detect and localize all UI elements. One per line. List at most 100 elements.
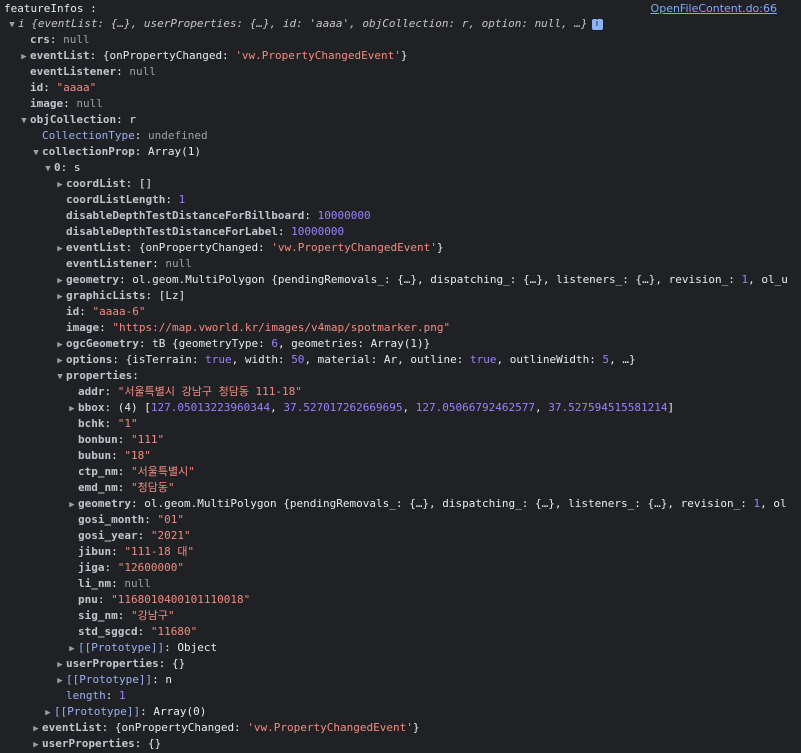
property-key: disableDepthTestDistanceForLabel: [66, 225, 278, 238]
property-value: : ol.geom.MultiPolygon {pendingRemovals_…: [118, 273, 742, 286]
property-value: , ol: [760, 497, 787, 510]
property-value: 10000000: [291, 225, 345, 238]
expanded-arrow-icon[interactable]: ▼: [30, 145, 42, 160]
property-value: "111": [131, 433, 165, 446]
tree-row[interactable]: ▶ userProperties: {}: [0, 656, 801, 672]
property-value: : n: [152, 673, 172, 686]
collapsed-arrow-icon[interactable]: ▶: [30, 737, 42, 752]
property-value: 127.05013223960344: [150, 401, 271, 414]
tree-row[interactable]: ▶ options: {isTerrain: true, width: 50, m…: [0, 352, 801, 368]
tree-row[interactable]: ▼ 0: s: [0, 160, 801, 176]
property-value: :: [304, 209, 318, 222]
expanded-arrow-icon[interactable]: ▼: [18, 113, 30, 128]
property-value: :: [104, 417, 118, 430]
property-value: }: [400, 49, 408, 62]
property-value: null: [76, 97, 103, 110]
console-log-header: featureInfos : OpenFileContent.do:66: [0, 0, 801, 16]
property-key: gosi_year: [78, 529, 138, 542]
tree-row[interactable]: ▶ [[Prototype]]: n: [0, 672, 801, 688]
collapsed-arrow-icon[interactable]: ▶: [54, 337, 66, 352]
property-value: 6: [271, 337, 278, 350]
property-value: true: [470, 353, 497, 366]
collapsed-arrow-icon[interactable]: ▶: [54, 673, 66, 688]
collapsed-arrow-icon[interactable]: ▶: [66, 401, 78, 416]
collapsed-arrow-icon[interactable]: ▶: [66, 497, 78, 512]
tree-row[interactable]: ▶ eventList: {onPropertyChanged: 'vw.Prop…: [0, 720, 801, 736]
collapsed-arrow-icon[interactable]: ▶: [66, 641, 78, 656]
collapsed-arrow-icon[interactable]: ▶: [42, 705, 54, 720]
tree-row[interactable]: ▶ userProperties: {}: [0, 736, 801, 752]
tree-row[interactable]: ▶ eventList: {onPropertyChanged: 'vw.Prop…: [0, 240, 801, 256]
property-value: :: [137, 529, 151, 542]
property-value: i: [18, 17, 32, 30]
collapsed-arrow-icon[interactable]: ▶: [54, 241, 66, 256]
property-value: }: [412, 721, 420, 734]
property-key: objCollection: [30, 113, 117, 126]
property-value: : s: [60, 161, 81, 174]
tree-row: ▶pnu: "1168010400101110018": [0, 592, 801, 608]
property-key: coordListLength: [66, 193, 166, 206]
tree-row[interactable]: ▼ collectionProp: Array(1): [0, 144, 801, 160]
collapsed-arrow-icon[interactable]: ▶: [30, 721, 42, 736]
tree-row[interactable]: ▶ graphicLists: [Lz]: [0, 288, 801, 304]
tree-row[interactable]: ▶ coordList: []: [0, 176, 801, 192]
property-value: :: [277, 225, 292, 238]
property-value: "111-18 대": [124, 545, 195, 558]
property-key: bubun: [78, 449, 112, 462]
info-icon[interactable]: i: [591, 18, 603, 30]
property-value: "12600000": [117, 561, 184, 574]
collapsed-arrow-icon[interactable]: ▶: [18, 49, 30, 64]
source-file-link[interactable]: OpenFileContent.do:66: [651, 2, 777, 15]
property-value: 'vw.PropertyChangedEvent': [271, 241, 437, 254]
tree-row[interactable]: ▶ [[Prototype]]: Array(0): [0, 704, 801, 720]
property-value: null: [165, 257, 192, 270]
collapsed-arrow-icon[interactable]: ▶: [54, 289, 66, 304]
expanded-arrow-icon[interactable]: ▼: [54, 369, 66, 384]
tree-row[interactable]: ▼ properties:: [0, 368, 801, 384]
tree-row: ▶bonbun: "111": [0, 432, 801, 448]
property-value: :: [117, 465, 131, 478]
tree-row[interactable]: ▶ ogcGeometry: tB {geometryType: 6, geome…: [0, 336, 801, 352]
property-value: 1: [178, 193, 186, 206]
collapsed-arrow-icon[interactable]: ▶: [54, 353, 66, 368]
property-key: li_nm: [78, 577, 112, 590]
tree-row[interactable]: ▼ objCollection: r: [0, 112, 801, 128]
property-key: userProperties: [42, 737, 135, 750]
property-value: 127.05066792462577: [415, 401, 536, 414]
property-key: pnu: [78, 593, 98, 606]
property-value: : r: [116, 113, 136, 126]
property-value: : ol.geom.MultiPolygon {pendingRemovals_…: [130, 497, 754, 510]
tree-row[interactable]: ▶ geometry: ol.geom.MultiPolygon {pending…: [0, 496, 801, 512]
tree-row[interactable]: ▶ geometry: ol.geom.MultiPolygon {pending…: [0, 272, 801, 288]
property-key: [[Prototype]]: [54, 705, 141, 718]
property-value: : (4) [: [104, 401, 151, 414]
property-value: :: [104, 385, 118, 398]
property-value: :: [104, 561, 118, 574]
tree-row: ▶image: "https://map.vworld.kr/images/v4…: [0, 320, 801, 336]
property-value: true: [205, 353, 232, 366]
expanded-arrow-icon[interactable]: ▼: [6, 17, 18, 32]
collapsed-arrow-icon[interactable]: ▶: [54, 177, 66, 192]
expanded-arrow-icon[interactable]: ▼: [42, 161, 54, 176]
property-key: ogcGeometry: [66, 337, 139, 350]
tree-row: ▶bubun: "18": [0, 448, 801, 464]
tree-row: ▶gosi_month: "01": [0, 512, 801, 528]
property-value: :: [117, 609, 131, 622]
collapsed-arrow-icon[interactable]: ▶: [54, 657, 66, 672]
tree-row[interactable]: ▼ i {eventList: {…}, userProperties: {…},…: [0, 16, 801, 32]
tree-row[interactable]: ▶ bbox: (4) [127.05013223960344, 37.52701…: [0, 400, 801, 416]
tree-row: ▶bchk: "1": [0, 416, 801, 432]
tree-row: ▶std_sggcd: "11680": [0, 624, 801, 640]
property-key: gosi_month: [78, 513, 145, 526]
collapsed-arrow-icon[interactable]: ▶: [54, 273, 66, 288]
tree-row[interactable]: ▶ [[Prototype]]: Object: [0, 640, 801, 656]
property-key: emd_nm: [78, 481, 118, 494]
tree-row: ▶disableDepthTestDistanceForBillboard: 1…: [0, 208, 801, 224]
property-value: :: [117, 481, 131, 494]
log-label: featureInfos :: [4, 2, 97, 15]
tree-row[interactable]: ▶ eventList: {onPropertyChanged: 'vw.Prop…: [0, 48, 801, 64]
tree-row: ▶jiga: "12600000": [0, 560, 801, 576]
property-value: "1168010400101110018": [111, 593, 251, 606]
property-key: eventList: [30, 49, 90, 62]
property-value: 'vw.PropertyChangedEvent': [235, 49, 401, 62]
